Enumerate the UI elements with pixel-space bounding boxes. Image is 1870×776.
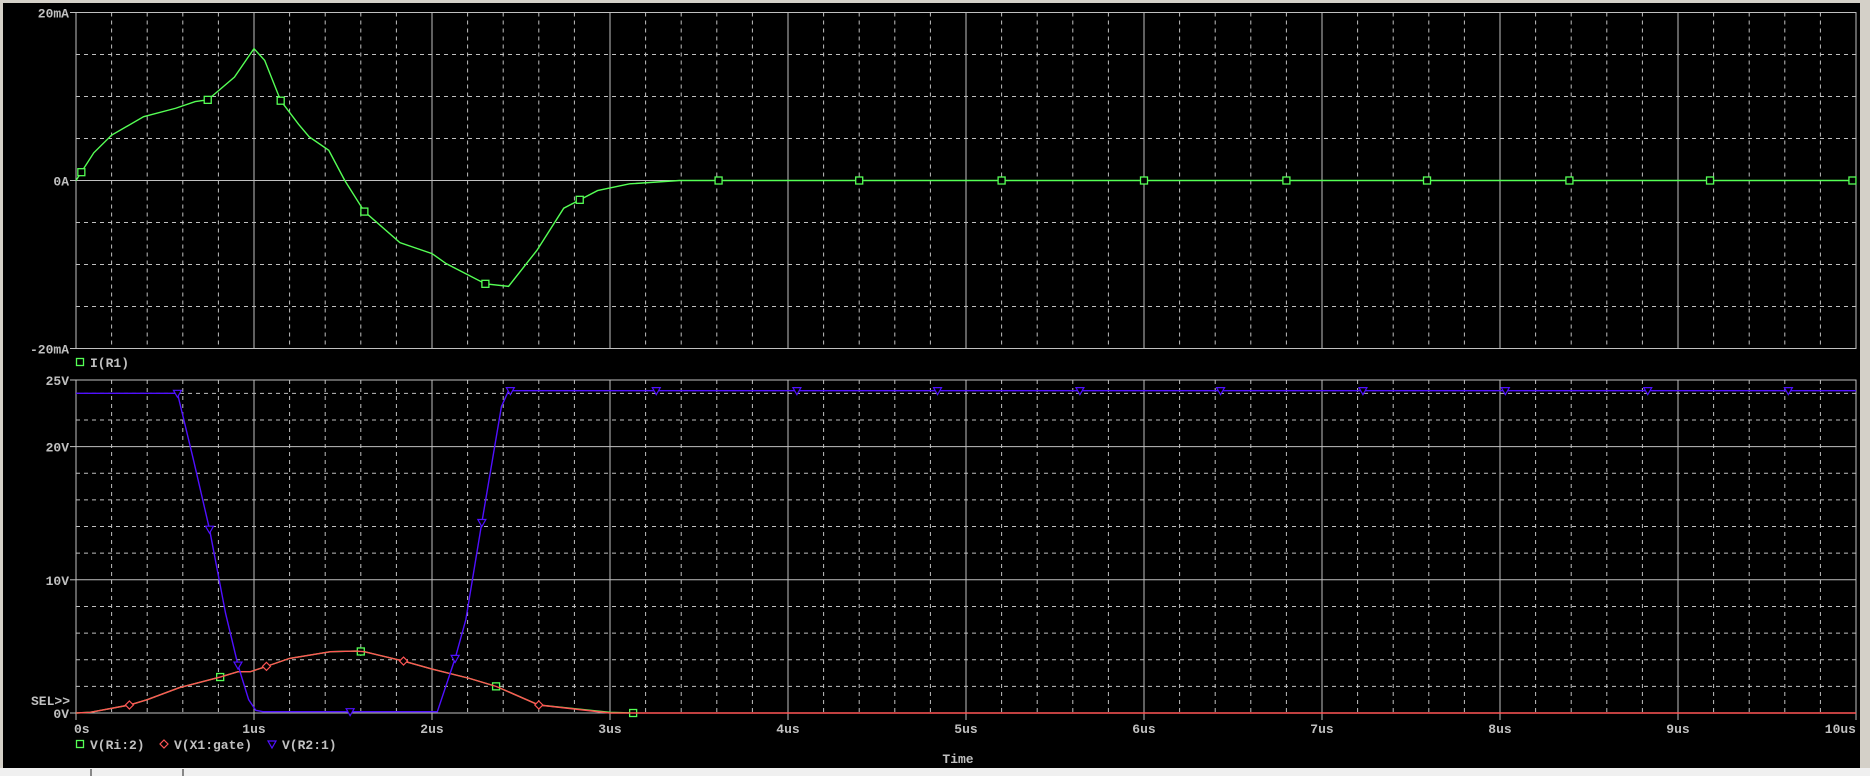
y-tick-label: 10V [46, 574, 70, 589]
data-marker [450, 654, 461, 664]
y-tick-label: 0V [53, 707, 69, 722]
data-marker [476, 518, 487, 528]
waveform-chart[interactable]: 20mA 0A -20mA 25V 20V 10V 0V 0s 1us 2us 3us 4us 5us 6… [0, 0, 1870, 776]
data-marker [232, 661, 244, 671]
data-marker [1565, 176, 1574, 185]
legend-marker [266, 740, 278, 750]
data-marker [855, 176, 864, 185]
status-divider [90, 769, 92, 776]
legend-marker [75, 357, 85, 367]
data-marker [481, 279, 490, 288]
y-tick-label: 0A [53, 175, 69, 190]
x-tick-label: 4us [776, 722, 800, 737]
y-tick-label: 25V [46, 374, 70, 389]
x-tick-label: 7us [1310, 722, 1334, 737]
legend-marker [159, 739, 169, 749]
grid-bottom [75, 379, 1857, 714]
data-marker [1705, 176, 1715, 185]
status-strip [0, 768, 1870, 776]
data-marker [1422, 176, 1432, 185]
x-tick-label: 8us [1488, 722, 1512, 737]
x-axis-label: Time [942, 752, 973, 767]
data-marker [1139, 176, 1149, 185]
data-marker [276, 96, 285, 105]
y-tick-label: -20mA [30, 343, 69, 358]
data-marker [77, 168, 86, 177]
x-tick-label: 9us [1666, 722, 1690, 737]
x-tick-label: 3us [598, 722, 622, 737]
data-marker [714, 176, 723, 185]
selected-plot-indicator: SEL>> [31, 694, 70, 709]
data-marker [533, 700, 544, 710]
probe-window: 20mA 0A -20mA 25V 20V 10V 0V 0s 1us 2us 3us 4us 5us 6… [0, 0, 1870, 776]
y-tick-label: 20mA [38, 7, 69, 22]
data-marker [1848, 176, 1857, 185]
data-marker [360, 207, 369, 216]
legend-entry: I(R1) [90, 356, 129, 371]
data-marker [1282, 176, 1291, 185]
x-tick-label: 2us [420, 722, 444, 737]
data-marker [203, 95, 212, 105]
data-marker [997, 176, 1006, 185]
legend-entry: V(X1:gate) [174, 738, 252, 753]
data-marker [204, 525, 215, 535]
x-tick-label: 1us [242, 722, 266, 737]
data-marker [124, 700, 135, 710]
data-marker [398, 656, 409, 666]
x-tick-label: 10us [1825, 722, 1856, 737]
legend-entry: V(Ri:2) [90, 738, 145, 753]
series-line [75, 650, 634, 714]
status-divider [182, 769, 184, 776]
y-tick-label: 20V [46, 441, 70, 456]
x-tick-label: 5us [954, 722, 978, 737]
data-marker [575, 195, 584, 204]
legend-entry: V(R2:1) [282, 738, 337, 753]
legend-marker [75, 739, 85, 749]
x-tick-label: 6us [1132, 722, 1156, 737]
data-marker [261, 661, 272, 672]
x-tick-label: 0s [74, 722, 90, 737]
